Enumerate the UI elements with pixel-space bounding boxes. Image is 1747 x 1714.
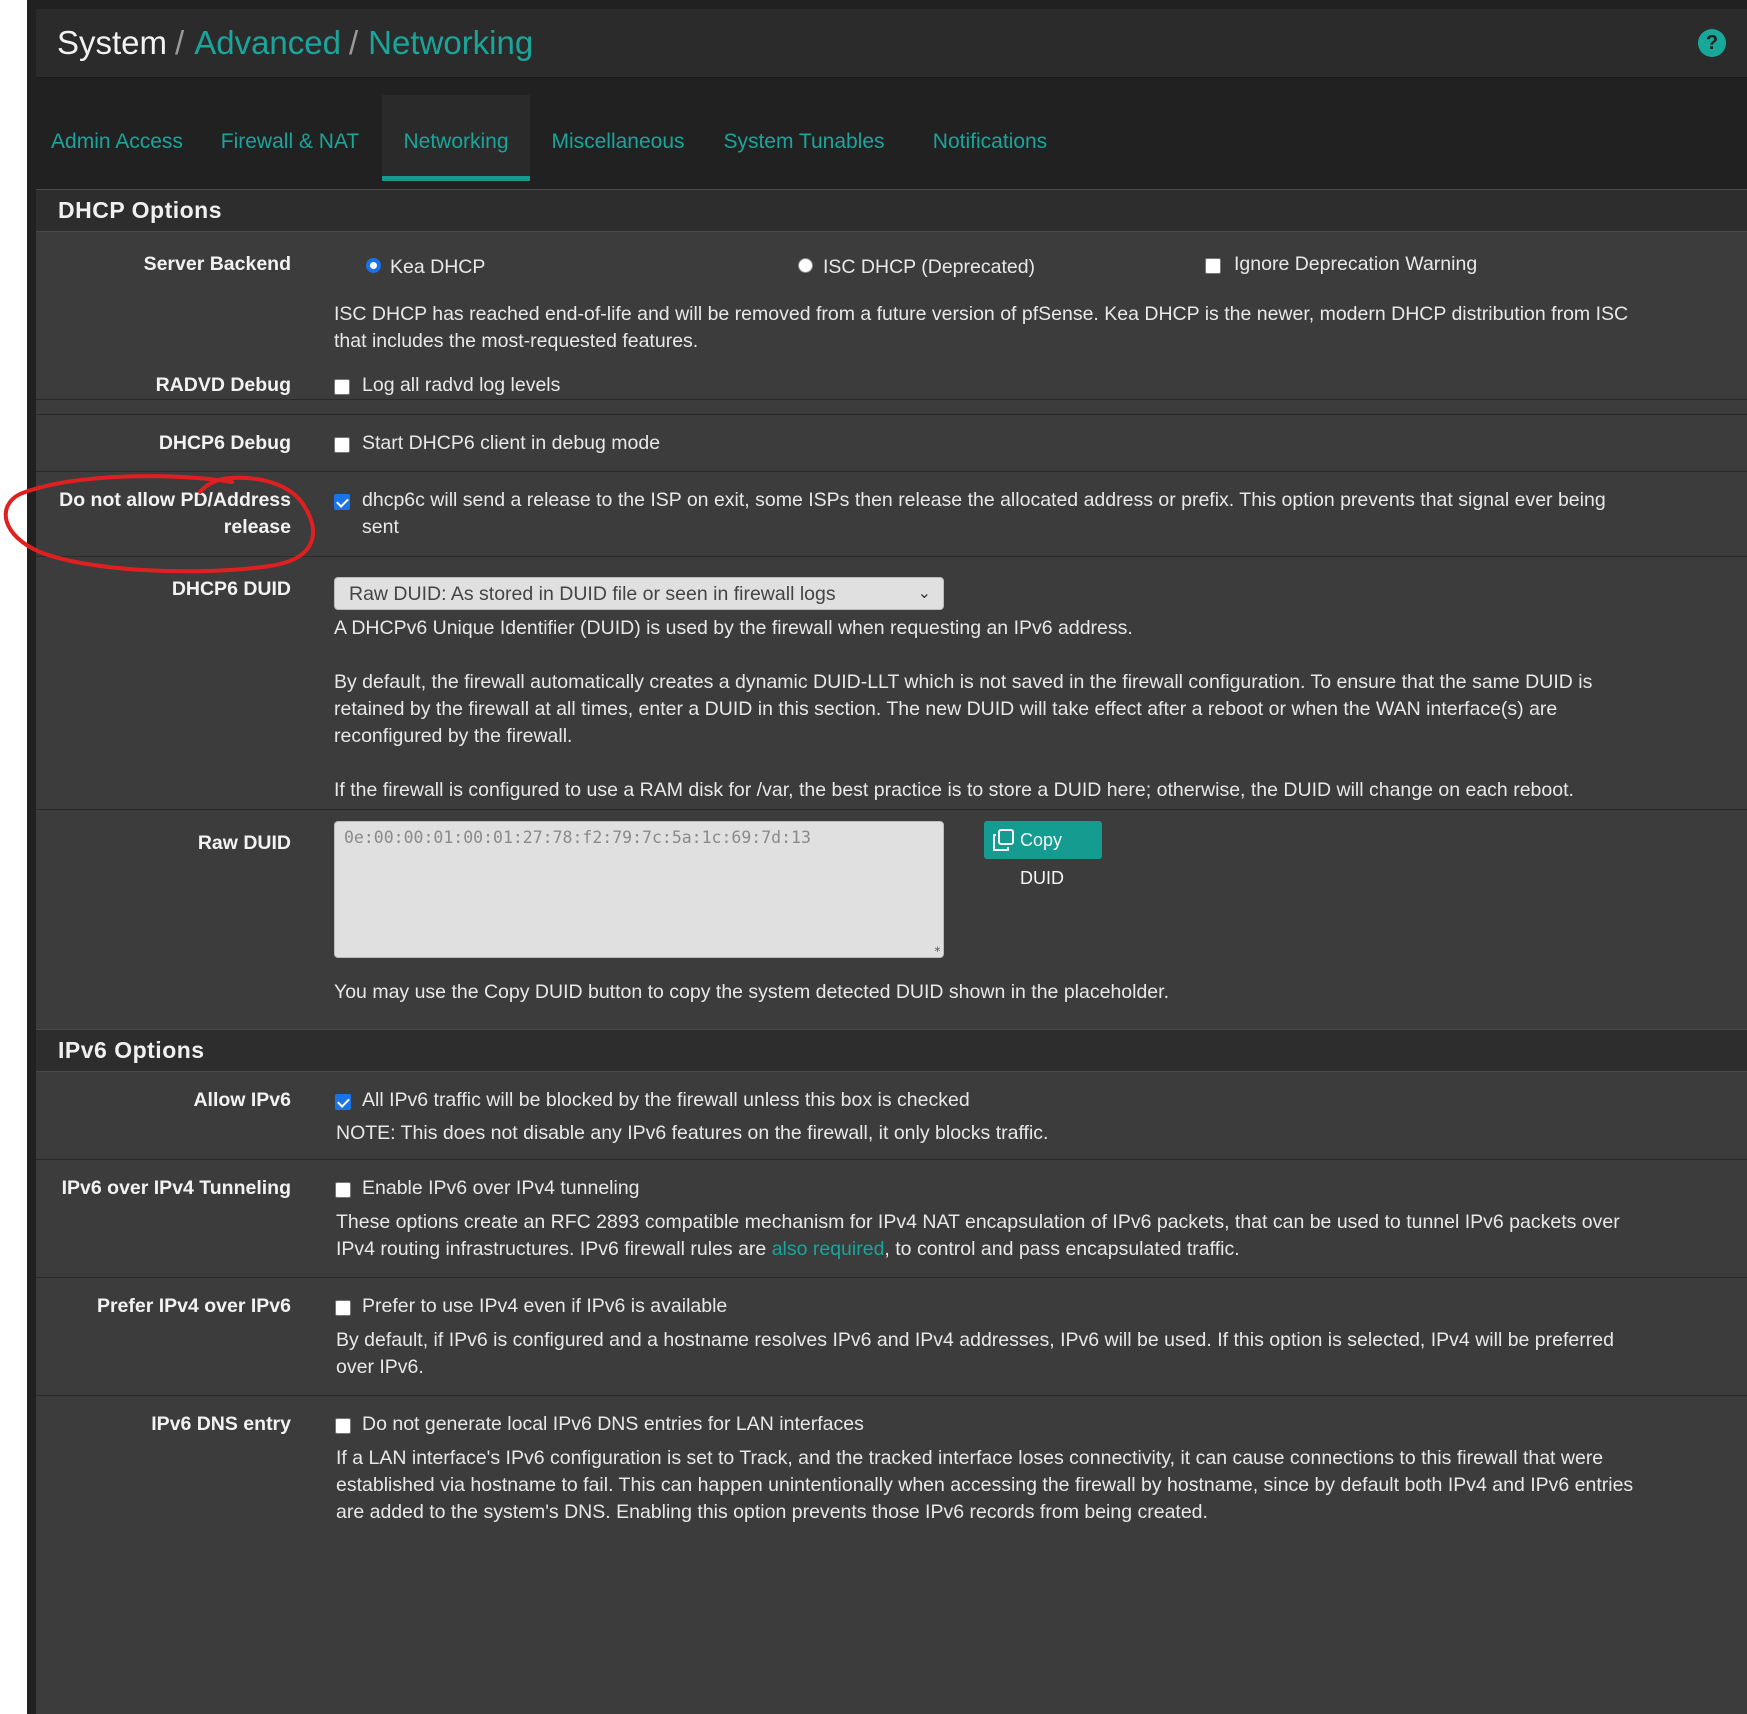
pd-release-checkbox[interactable] (334, 494, 350, 510)
raw-duid-textarea[interactable]: 0e:00:00:01:00:01:27:78:f2:79:7c:5a:1c:6… (334, 821, 944, 958)
dhcp6-debug-checkbox[interactable] (334, 437, 350, 453)
help-text: over IPv6. (336, 1356, 424, 1378)
checkbox-label: dhcp6c will send a release to the ISP on… (362, 489, 1606, 511)
breadcrumb-system: System (57, 24, 168, 61)
help-text: IPv4 routing infrastructures. IPv6 firew… (336, 1235, 1240, 1264)
copy-icon (993, 829, 1014, 851)
button-label: Copy DUID (1020, 830, 1064, 888)
help-text: If a LAN interface's IPv6 configuration … (336, 1447, 1604, 1469)
field-label: RADVD Debug (155, 374, 291, 396)
ignore-deprecation-checkbox[interactable] (1205, 258, 1221, 274)
tab-notifications[interactable]: Notifications (902, 95, 1078, 181)
checkbox-label: Do not generate local IPv6 DNS entries f… (362, 1413, 864, 1435)
dhcp6-debug-row: DHCP6 Debug Start DHCP6 client in debug … (36, 415, 1747, 472)
dhcp6-duid-row: DHCP6 DUID Raw DUID: As stored in DUID f… (36, 557, 1747, 810)
field-label: Raw DUID (197, 832, 291, 854)
help-text: By default, if IPv6 is configured and a … (336, 1329, 1614, 1351)
raw-duid-row: Raw DUID 0e:00:00:01:00:01:27:78:f2:79:7… (36, 810, 1747, 1016)
tab-miscellaneous[interactable]: Miscellaneous (530, 95, 706, 181)
breadcrumb-networking-link[interactable]: Networking (368, 24, 533, 61)
help-text: that includes the most-requested feature… (334, 330, 699, 352)
field-label: Server Backend (143, 253, 291, 275)
help-icon[interactable]: ? (1698, 29, 1726, 57)
also-required-link[interactable]: also required (772, 1238, 885, 1260)
checkbox-label: All IPv6 traffic will be blocked by the … (362, 1089, 970, 1111)
textarea-placeholder: 0e:00:00:01:00:01:27:78:f2:79:7c:5a:1c:6… (344, 828, 811, 847)
breadcrumb-separator: / (175, 24, 185, 61)
ipv6-tunneling-checkbox[interactable] (335, 1182, 351, 1198)
help-text: If the firewall is configured to use a R… (334, 779, 1574, 801)
help-text-part: , to control and pass encapsulated traff… (884, 1238, 1240, 1260)
help-text: A DHCPv6 Unique Identifier (DUID) is use… (334, 617, 1133, 639)
copy-duid-button[interactable]: Copy DUID (984, 821, 1102, 888)
tab-system-tunables[interactable]: System Tunables (706, 95, 902, 181)
checkbox-label: Prefer to use IPv4 even if IPv6 is avail… (362, 1295, 728, 1317)
field-label: IPv6 over IPv4 Tunneling (61, 1177, 291, 1199)
checkbox-label: Log all radvd log levels (362, 374, 561, 396)
resize-handle-icon[interactable]: ∗ (934, 943, 941, 955)
field-label-line1: Do not allow PD/Address (59, 489, 291, 511)
page-header: System / Advanced / Networking ? (36, 9, 1747, 78)
checkbox-label-cont: sent (362, 516, 399, 538)
isc-dhcp-radio[interactable] (798, 258, 813, 273)
tab-admin-access[interactable]: Admin Access (31, 95, 203, 181)
allow-ipv6-checkbox[interactable] (335, 1094, 351, 1110)
allow-ipv6-row: Allow IPv6 All IPv6 traffic will be bloc… (36, 1072, 1747, 1160)
breadcrumb-separator: / (348, 24, 359, 61)
breadcrumb: System / Advanced / Networking (57, 23, 533, 63)
ipv6-dns-entry-row: IPv6 DNS entry Do not generate local IPv… (36, 1396, 1747, 1556)
ignore-deprecation-label: Ignore Deprecation Warning (1234, 253, 1478, 275)
isc-dhcp-label: ISC DHCP (Deprecated) (823, 256, 1036, 278)
tab-bar: Admin Access Firewall & NAT Networking M… (27, 95, 1747, 181)
field-label-line2: release (223, 516, 291, 538)
select-value: Raw DUID: As stored in DUID file or seen… (349, 583, 836, 605)
field-label: Prefer IPv4 over IPv6 (96, 1295, 291, 1317)
panel-title: IPv6 Options (36, 1029, 1747, 1072)
checkbox-label: Enable IPv6 over IPv4 tunneling (362, 1177, 640, 1199)
field-label: IPv6 DNS entry (151, 1413, 291, 1435)
app-window: System / Advanced / Networking ? Admin Acces… (27, 0, 1747, 1714)
tab-networking[interactable]: Networking (382, 95, 530, 181)
help-text: You may use the Copy DUID button to copy… (334, 981, 1169, 1003)
field-label: DHCP6 Debug (158, 432, 291, 454)
help-text: retained by the firewall at all times, e… (334, 698, 1558, 720)
chevron-down-icon: ⌄ (917, 585, 931, 602)
radvd-debug-row: RADVD Debug Log all radvd log levels (36, 357, 1747, 415)
radvd-debug-checkbox[interactable] (334, 379, 350, 395)
prefer-ipv4-checkbox[interactable] (335, 1300, 351, 1316)
help-text: established via hostname to fail. This c… (336, 1474, 1634, 1496)
help-text: By default, the firewall automatically c… (334, 671, 1593, 693)
checkbox-label: Start DHCP6 client in debug mode (362, 432, 661, 454)
ipv6-dns-checkbox[interactable] (335, 1418, 351, 1434)
help-text-part: IPv4 routing infrastructures. IPv6 firew… (336, 1238, 772, 1260)
ipv6-tunneling-row: IPv6 over IPv4 Tunneling Enable IPv6 ove… (36, 1160, 1747, 1278)
help-text: are added to the system's DNS. Enabling … (336, 1501, 1208, 1523)
help-text: These options create an RFC 2893 compati… (336, 1211, 1620, 1233)
help-text: ISC DHCP has reached end-of-life and wil… (334, 303, 1629, 325)
pd-release-row: Do not allow PD/Address release dhcp6c w… (36, 472, 1747, 557)
dhcp-options-panel: DHCP Options Server Backend Kea DHCP ISC… (36, 189, 1747, 1134)
ipv6-options-panel: IPv6 Options Allow IPv6 All IPv6 traffic… (36, 1029, 1747, 1714)
duid-type-select[interactable]: Raw DUID: As stored in DUID file or seen… (334, 577, 944, 610)
tab-firewall-nat[interactable]: Firewall & NAT (203, 95, 377, 181)
panel-title: DHCP Options (36, 189, 1747, 232)
prefer-ipv4-row: Prefer IPv4 over IPv6 Prefer to use IPv4… (36, 1278, 1747, 1396)
breadcrumb-advanced-link[interactable]: Advanced (194, 24, 341, 61)
kea-dhcp-radio[interactable] (366, 258, 381, 273)
help-text: NOTE: This does not disable any IPv6 fea… (336, 1122, 1049, 1144)
field-label: Allow IPv6 (193, 1089, 291, 1111)
kea-dhcp-label: Kea DHCP (390, 256, 486, 278)
field-label: DHCP6 DUID (171, 578, 291, 600)
help-text: reconfigured by the firewall. (334, 725, 573, 747)
